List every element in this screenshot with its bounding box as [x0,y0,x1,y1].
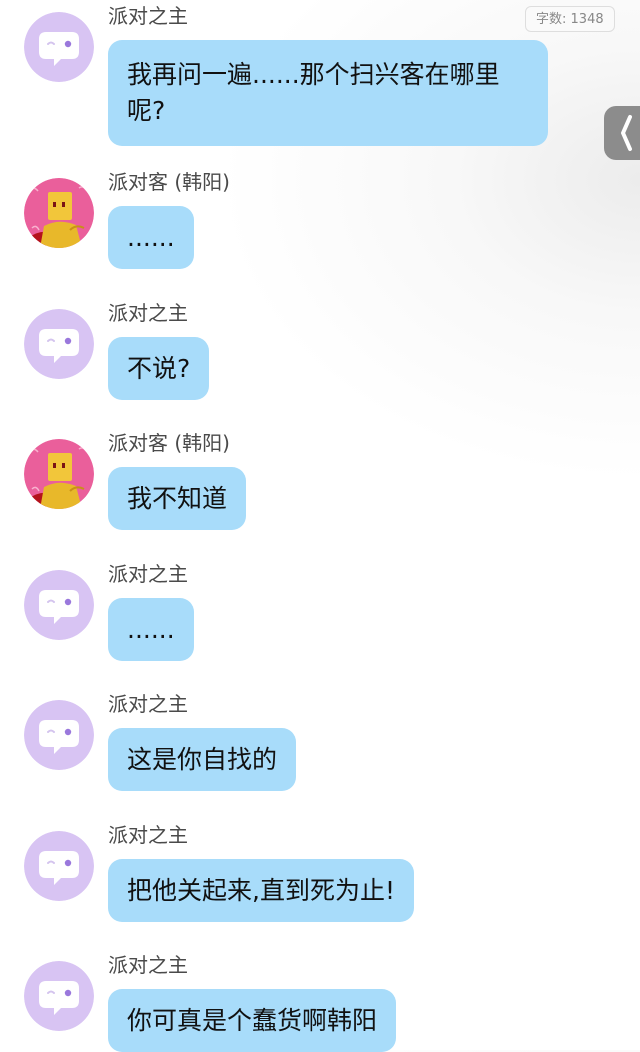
message-bubble: ...... [108,206,194,269]
yellow-character-avatar-icon [24,178,94,248]
chat-view: 字数: 1348 派对之主 我再问一遍......那个扫兴客在哪里呢? 派对客 … [0,0,640,1052]
message-bubble: 不说? [108,337,210,400]
sender-name: 派对之主 [108,4,188,28]
chat-bubble-avatar-icon [24,570,94,640]
message-bubble: 把他关起来,直到死为止! [108,859,414,922]
avatar[interactable] [24,439,94,509]
message-bubble: 我再问一遍......那个扫兴客在哪里呢? [108,40,548,146]
sender-name: 派对之主 [108,823,188,847]
chat-bubble-avatar-icon [24,309,94,379]
side-panel-tab[interactable] [604,106,640,160]
sender-name: 派对客 (韩阳) [108,431,230,455]
message-bubble: 你可真是个蠢货啊韩阳 [108,989,397,1052]
chat-bubble-avatar-icon [24,831,94,901]
avatar[interactable] [24,12,94,82]
chevron-left-icon [621,115,632,151]
chat-bubble-avatar-icon [24,700,94,770]
word-count-value: 1348 [570,12,604,27]
avatar[interactable] [24,178,94,248]
sender-name: 派对之主 [108,953,188,977]
sender-name: 派对之主 [108,692,188,716]
chat-bubble-avatar-icon [24,961,94,1031]
avatar[interactable] [24,309,94,379]
word-count-label: 字数: [536,12,567,27]
sender-name: 派对之主 [108,301,188,325]
avatar[interactable] [24,570,94,640]
message-bubble: 这是你自找的 [108,728,297,791]
message-bubble: ...... [108,598,194,661]
avatar[interactable] [24,831,94,901]
word-count-badge: 字数: 1348 [525,6,615,32]
sender-name: 派对之主 [108,562,188,586]
message-bubble: 我不知道 [108,467,247,530]
avatar[interactable] [24,961,94,1031]
yellow-character-avatar-icon [24,439,94,509]
chat-bubble-avatar-icon [24,12,94,82]
avatar[interactable] [24,700,94,770]
sender-name: 派对客 (韩阳) [108,170,230,194]
